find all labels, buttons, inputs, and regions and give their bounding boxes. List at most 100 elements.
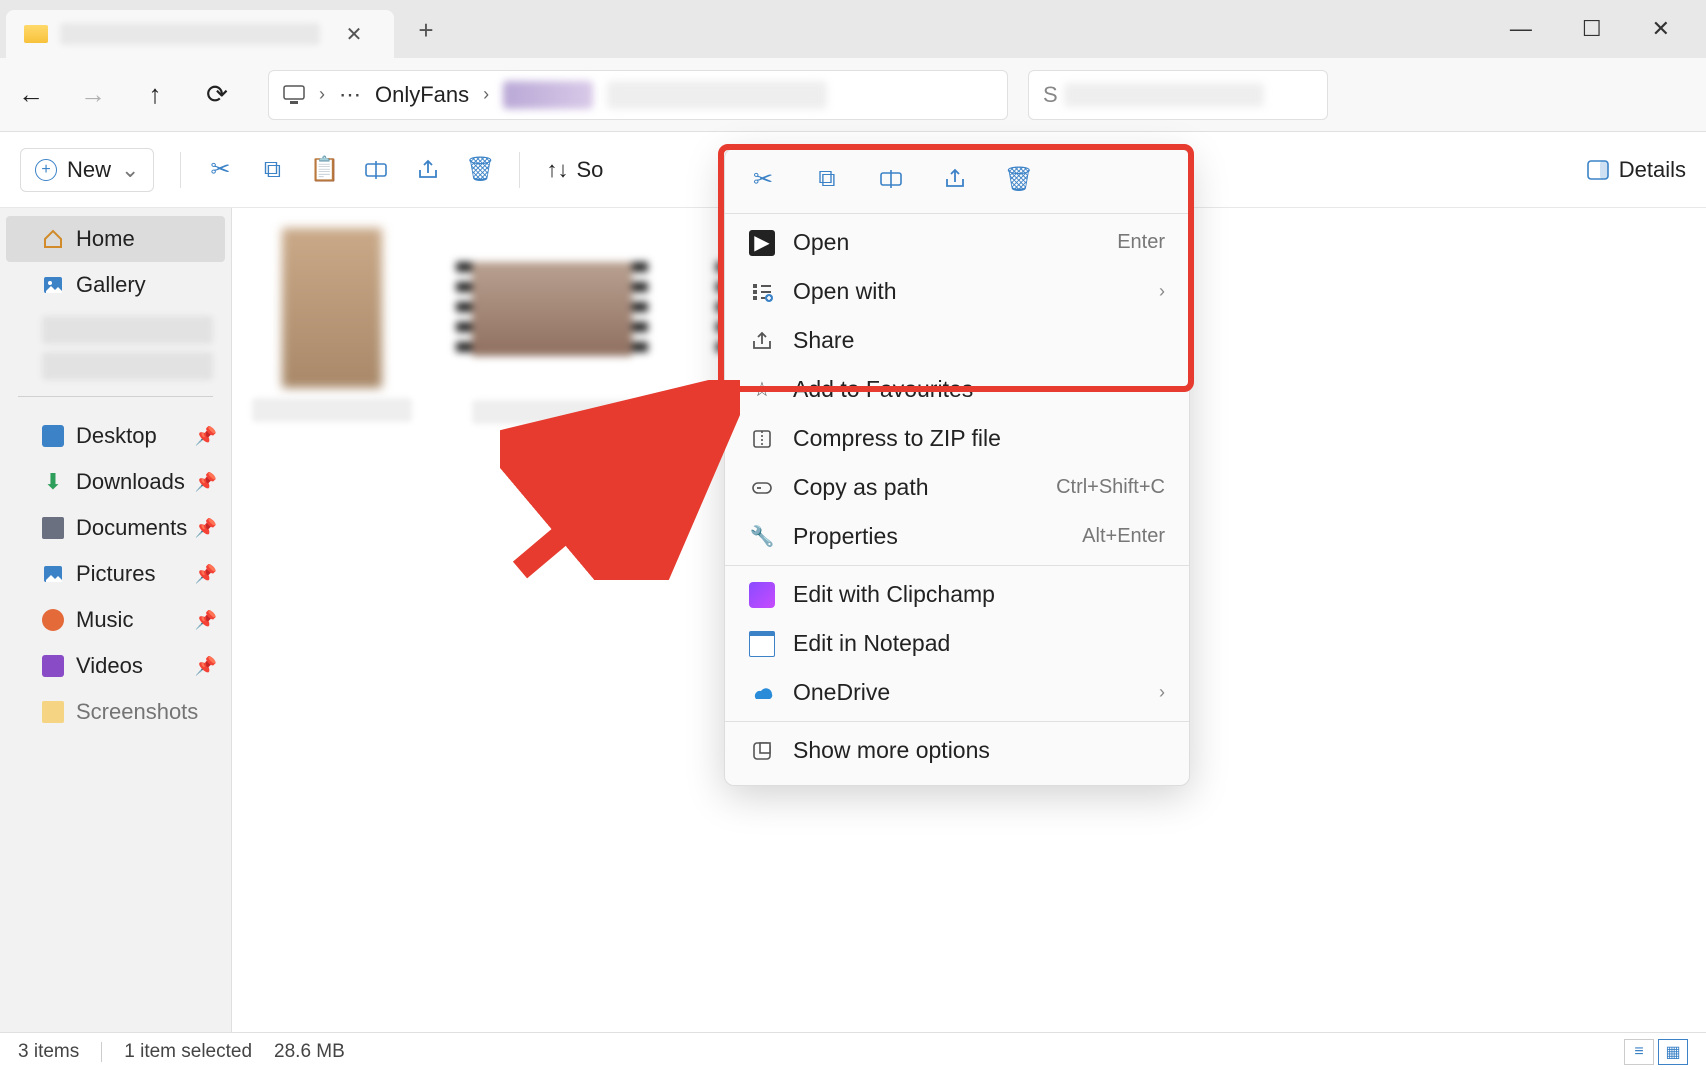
more-options-icon [749, 738, 775, 764]
clipchamp-icon [749, 582, 775, 608]
menu-label: OneDrive [793, 679, 890, 706]
menu-copy-path[interactable]: Copy as path Ctrl+Shift+C [725, 463, 1189, 512]
search-prefix: S [1043, 82, 1058, 108]
breadcrumb-blurred [503, 81, 593, 109]
pin-icon: 📌 [195, 656, 217, 677]
path-icon [749, 475, 775, 501]
star-icon: ☆ [749, 377, 775, 403]
file-name-blurred [252, 398, 412, 422]
menu-properties[interactable]: 🔧 Properties Alt+Enter [725, 512, 1189, 561]
new-label: New [67, 157, 111, 183]
sidebar-item-desktop[interactable]: Desktop 📌 [0, 413, 231, 459]
menu-compress[interactable]: Compress to ZIP file [725, 414, 1189, 463]
notepad-icon [749, 631, 775, 657]
sidebar-item-screenshots[interactable]: Screenshots [0, 689, 231, 735]
breadcrumb-segment[interactable]: OnlyFans [375, 82, 469, 108]
tab-close-button[interactable]: ✕ [332, 22, 376, 47]
new-button[interactable]: + New ⌄ [20, 148, 154, 192]
chevron-right-icon: › [1159, 281, 1165, 302]
file-item[interactable] [252, 228, 412, 424]
desktop-icon [42, 425, 64, 447]
rename-icon[interactable] [877, 165, 905, 193]
tile-view-button[interactable]: ▦ [1658, 1039, 1688, 1065]
paste-icon[interactable]: 📋 [311, 157, 337, 183]
forward-button[interactable]: → [62, 79, 124, 110]
status-bar: 3 items 1 item selected 28.6 MB ≡ ▦ [0, 1032, 1706, 1070]
menu-favourites[interactable]: ☆ Add to Favourites [725, 365, 1189, 414]
window-controls: — ☐ ✕ [1474, 0, 1706, 58]
delete-icon[interactable]: 🗑 [467, 157, 493, 183]
sidebar-item-documents[interactable]: Documents 📌 [0, 505, 231, 551]
new-tab-button[interactable]: + [404, 15, 448, 46]
titlebar: ✕ + — ☐ ✕ [0, 0, 1706, 58]
more-crumbs-icon[interactable]: ⋯ [339, 82, 361, 108]
minimize-button[interactable]: — [1510, 16, 1532, 42]
context-quick-actions: ✂ ⧉ 🗑 [725, 149, 1189, 209]
sidebar-item-music[interactable]: Music 📌 [0, 597, 231, 643]
shortcut-label: Ctrl+Shift+C [1056, 476, 1165, 499]
sidebar-item-label: Desktop [76, 423, 157, 449]
pictures-icon [42, 563, 64, 585]
maximize-button[interactable]: ☐ [1582, 16, 1602, 42]
sidebar-item-label: Gallery [76, 272, 146, 298]
menu-notepad[interactable]: Edit in Notepad [725, 619, 1189, 668]
menu-label: Properties [793, 523, 898, 550]
details-label: Details [1619, 157, 1686, 183]
close-window-button[interactable]: ✕ [1652, 16, 1670, 42]
selection-info: 1 item selected [124, 1041, 252, 1063]
menu-share[interactable]: Share [725, 316, 1189, 365]
home-icon [42, 228, 64, 250]
details-button[interactable]: Details [1587, 157, 1686, 183]
menu-clipchamp[interactable]: Edit with Clipchamp [725, 570, 1189, 619]
refresh-button[interactable]: ⟳ [186, 79, 248, 110]
sidebar-item-pictures[interactable]: Pictures 📌 [0, 551, 231, 597]
copy-icon[interactable]: ⧉ [259, 157, 285, 183]
menu-show-more[interactable]: Show more options [725, 726, 1189, 775]
up-button[interactable]: ↑ [124, 79, 186, 110]
list-view-button[interactable]: ≡ [1624, 1039, 1654, 1065]
file-item[interactable] [472, 228, 632, 424]
menu-label: Copy as path [793, 474, 929, 501]
document-icon [42, 517, 64, 539]
back-button[interactable]: ← [0, 79, 62, 110]
copy-icon[interactable]: ⧉ [813, 165, 841, 193]
sort-button[interactable]: ↑↓ So [546, 157, 603, 183]
search-input[interactable]: S [1028, 70, 1328, 120]
breadcrumb-bar[interactable]: › ⋯ OnlyFans › [268, 70, 1008, 120]
chevron-right-icon: › [319, 84, 325, 105]
menu-separator [725, 721, 1189, 722]
menu-open-with[interactable]: Open with › [725, 267, 1189, 316]
chevron-down-icon: ⌄ [121, 157, 139, 183]
sidebar-item-home[interactable]: Home [6, 216, 225, 262]
openwith-icon [749, 279, 775, 305]
share-icon[interactable] [941, 165, 969, 193]
context-menu: ✂ ⧉ 🗑 ▶ Open Enter Open with › Share ☆ A… [724, 148, 1190, 786]
active-tab[interactable]: ✕ [6, 10, 394, 58]
cut-icon[interactable]: ✂ [207, 157, 233, 183]
menu-label: Add to Favourites [793, 376, 973, 403]
pin-icon: 📌 [195, 610, 217, 631]
shortcut-label: Enter [1117, 231, 1165, 254]
search-blurred [1064, 83, 1264, 107]
menu-label: Edit with Clipchamp [793, 581, 995, 608]
sidebar-item-label: Documents [76, 515, 187, 541]
menu-onedrive[interactable]: OneDrive › [725, 668, 1189, 717]
item-count: 3 items [18, 1041, 79, 1063]
sidebar-item-downloads[interactable]: ⬇ Downloads 📌 [0, 459, 231, 505]
sidebar-item-label: Screenshots [76, 699, 198, 725]
menu-label: Share [793, 327, 854, 354]
onedrive-icon [749, 680, 775, 706]
folder-icon [42, 701, 64, 723]
sidebar-item-gallery[interactable]: Gallery [0, 262, 231, 308]
share-icon[interactable] [415, 157, 441, 183]
rename-icon[interactable] [363, 157, 389, 183]
separator [180, 152, 181, 188]
menu-open[interactable]: ▶ Open Enter [725, 218, 1189, 267]
delete-icon[interactable]: 🗑 [1005, 165, 1033, 193]
menu-label: Show more options [793, 737, 990, 764]
gallery-icon [42, 274, 64, 296]
sidebar-item-videos[interactable]: Videos 📌 [0, 643, 231, 689]
view-toggle: ≡ ▦ [1624, 1039, 1688, 1065]
cut-icon[interactable]: ✂ [749, 165, 777, 193]
menu-label: Compress to ZIP file [793, 425, 1001, 452]
